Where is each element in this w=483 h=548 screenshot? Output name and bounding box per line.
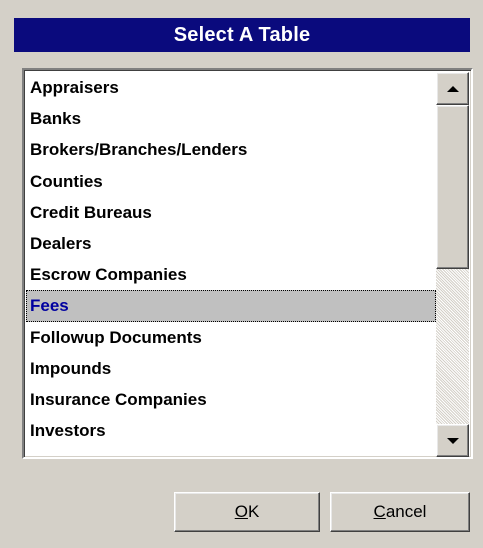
list-item[interactable]: Escrow Companies (26, 259, 436, 290)
cancel-label-rest: ancel (385, 502, 427, 521)
cancel-mnemonic: C (373, 502, 386, 521)
scroll-up-button[interactable] (436, 72, 469, 105)
list-item[interactable]: Appraisers (26, 72, 436, 103)
list-item[interactable]: Dealers (26, 228, 436, 259)
table-list: Appraisers Banks Brokers/Branches/Lender… (26, 72, 436, 457)
scroll-down-button[interactable] (436, 424, 469, 457)
list-item[interactable]: Banks (26, 103, 436, 134)
list-item[interactable]: Counties (26, 166, 436, 197)
list-item[interactable]: Insurance Companies (26, 384, 436, 415)
list-item[interactable]: Credit Bureaus (26, 197, 436, 228)
scroll-thumb[interactable] (436, 105, 469, 269)
table-listbox[interactable]: Appraisers Banks Brokers/Branches/Lender… (22, 68, 473, 459)
cancel-button[interactable]: Cancel (330, 492, 470, 532)
arrow-down-icon (446, 437, 459, 444)
list-item[interactable]: Impounds (26, 353, 436, 384)
dialog-title: Select A Table (14, 18, 470, 52)
list-item[interactable]: Brokers/Branches/Lenders (26, 134, 436, 165)
ok-label-rest: K (247, 502, 260, 521)
select-table-dialog: Select A Table Appraisers Banks Brokers/… (0, 0, 483, 548)
list-item[interactable]: Followup Documents (26, 322, 436, 353)
list-item-selected[interactable]: Fees (26, 290, 436, 322)
arrow-up-icon (446, 85, 459, 92)
vertical-scrollbar[interactable] (436, 72, 469, 457)
ok-button[interactable]: OK (174, 492, 320, 532)
ok-mnemonic: O (234, 502, 248, 521)
list-item[interactable]: Investors (26, 415, 436, 446)
